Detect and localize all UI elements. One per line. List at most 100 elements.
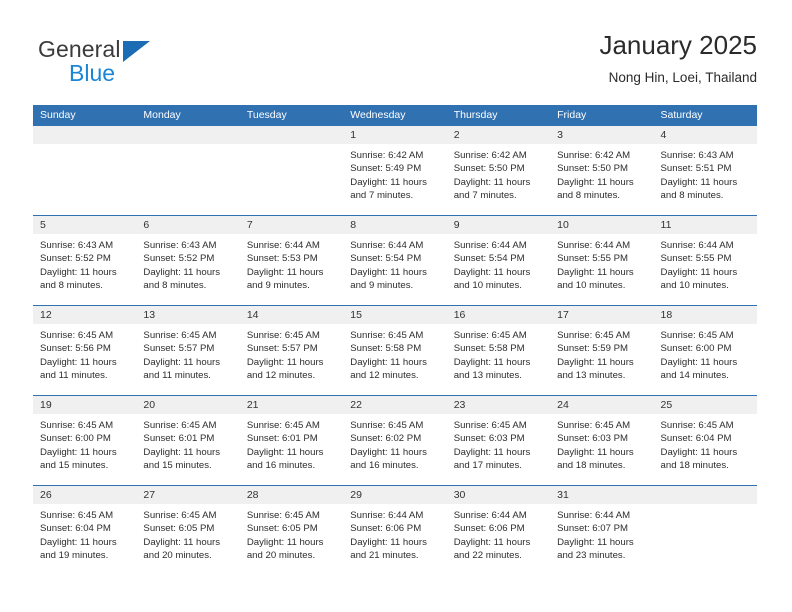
day-details: Sunrise: 6:43 AM Sunset: 5:52 PM Daylight:… [33, 234, 136, 293]
calendar-week-row: 19 Sunrise: 6:45 AM Sunset: 6:00 PM Dayligh… [33, 395, 757, 485]
day-detail-line: and 10 minutes. [557, 280, 626, 292]
day-detail-line: and 20 minutes. [246, 550, 316, 562]
day-detail-line: Sunrise: 6:44 AM [350, 510, 424, 521]
day-detail-line: Sunset: 5:53 PM [246, 253, 318, 265]
day-details: Sunrise: 6:43 AM Sunset: 5:52 PM Daylight:… [136, 234, 239, 293]
day-detail-line: and 18 minutes. [557, 460, 626, 472]
day-details [33, 144, 136, 149]
day-detail-line: Daylight: 11 hours [557, 446, 634, 458]
day-detail-line: Sunset: 5:55 PM [660, 253, 732, 265]
day-detail-line: Daylight: 11 hours [557, 356, 634, 368]
day-cell-3[interactable]: 3 Sunrise: 6:42 AM Sunset: 5:50 PM Daylight… [550, 126, 654, 215]
day-number [653, 486, 757, 504]
day-detail-line: Sunrise: 6:45 AM [40, 330, 114, 341]
day-detail-line: and 13 minutes. [557, 370, 626, 382]
day-number: 29 [343, 486, 447, 504]
day-detail-line: Sunrise: 6:45 AM [557, 330, 631, 341]
day-detail-line: Daylight: 11 hours [40, 266, 117, 278]
day-cell-8[interactable]: 8 Sunrise: 6:44 AM Sunset: 5:54 PM Daylight… [343, 216, 447, 305]
title-block: January 2025 Nong Hin, Loei, Thailand [599, 28, 757, 88]
day-cell-26[interactable]: 26 Sunrise: 6:45 AM Sunset: 6:04 PM Dayligh… [33, 486, 137, 575]
day-detail-line: Sunrise: 6:45 AM [557, 420, 631, 431]
day-number: 15 [343, 306, 447, 324]
day-cell-6[interactable]: 6 Sunrise: 6:43 AM Sunset: 5:52 PM Daylight… [136, 216, 240, 305]
day-detail-line: Sunset: 6:06 PM [350, 523, 422, 535]
day-detail-line: Sunset: 6:03 PM [557, 433, 629, 445]
day-details: Sunrise: 6:45 AM Sunset: 6:03 PM Daylight:… [447, 414, 550, 473]
weekday-header-friday: Friday [557, 109, 587, 121]
day-number: 20 [136, 396, 240, 414]
day-detail-line: Sunset: 5:49 PM [350, 163, 422, 175]
day-detail-line: Daylight: 11 hours [453, 446, 531, 458]
day-detail-line: Sunrise: 6:45 AM [453, 330, 527, 341]
day-detail-line: and 12 minutes. [350, 370, 419, 382]
day-detail-line: and 10 minutes. [453, 280, 522, 292]
day-cell-4[interactable]: 4 Sunrise: 6:43 AM Sunset: 5:51 PM Daylight… [653, 126, 757, 215]
day-detail-line: Sunset: 6:00 PM [40, 433, 111, 445]
day-cell-21[interactable]: 21 Sunrise: 6:45 AM Sunset: 6:01 PM Dayligh… [239, 396, 344, 485]
day-detail-line: and 9 minutes. [350, 280, 414, 292]
day-cell-29[interactable]: 29 Sunrise: 6:44 AM Sunset: 6:06 PM Dayligh… [343, 486, 447, 575]
day-detail-line: Daylight: 11 hours [246, 356, 324, 368]
day-number: 6 [136, 216, 240, 234]
brand-triangle-icon [123, 41, 150, 62]
day-cell-17[interactable]: 17 Sunrise: 6:45 AM Sunset: 5:59 PM Dayligh… [550, 306, 654, 395]
day-cell-5[interactable]: 5 Sunrise: 6:43 AM Sunset: 5:52 PM Daylight… [33, 216, 137, 305]
day-cell-20[interactable]: 20 Sunrise: 6:45 AM Sunset: 6:01 PM Dayligh… [136, 396, 240, 485]
day-detail-line: and 11 minutes. [143, 370, 211, 382]
day-cell-7[interactable]: 7 Sunrise: 6:44 AM Sunset: 5:53 PM Daylight… [239, 216, 344, 305]
day-detail-line: Daylight: 11 hours [40, 446, 117, 458]
day-number [33, 126, 137, 144]
day-number: 4 [653, 126, 757, 144]
day-cell-11[interactable]: 11 Sunrise: 6:44 AM Sunset: 5:55 PM Dayligh… [653, 216, 757, 305]
day-detail-line: and 23 minutes. [557, 550, 626, 562]
day-detail-line: Daylight: 11 hours [246, 536, 324, 548]
day-detail-line: Sunset: 6:06 PM [453, 523, 525, 535]
week-grid: 19 Sunrise: 6:45 AM Sunset: 6:00 PM Dayligh… [33, 396, 757, 485]
day-detail-line: Daylight: 11 hours [453, 356, 531, 368]
day-cell-22[interactable]: 22 Sunrise: 6:45 AM Sunset: 6:02 PM Dayligh… [343, 396, 447, 485]
day-detail-line: Daylight: 11 hours [143, 536, 221, 548]
day-cell-9[interactable]: 9 Sunrise: 6:44 AM Sunset: 5:54 PM Daylight… [446, 216, 551, 305]
day-cell-28[interactable]: 28 Sunrise: 6:45 AM Sunset: 6:05 PM Dayligh… [239, 486, 344, 575]
day-cell-13[interactable]: 13 Sunrise: 6:45 AM Sunset: 5:57 PM Dayligh… [136, 306, 240, 395]
day-number: 22 [343, 396, 447, 414]
day-detail-line: Daylight: 11 hours [557, 176, 634, 188]
day-detail-line: Sunset: 6:03 PM [453, 433, 525, 445]
day-cell-31[interactable]: 31 Sunrise: 6:44 AM Sunset: 6:07 PM Dayligh… [550, 486, 654, 575]
day-cell-14[interactable]: 14 Sunrise: 6:45 AM Sunset: 5:57 PM Dayligh… [239, 306, 344, 395]
day-cell-16[interactable]: 16 Sunrise: 6:45 AM Sunset: 5:58 PM Dayligh… [446, 306, 551, 395]
day-detail-line: Daylight: 11 hours [350, 266, 427, 278]
day-cell-12[interactable]: 12 Sunrise: 6:45 AM Sunset: 5:56 PM Dayligh… [33, 306, 137, 395]
day-details: Sunrise: 6:45 AM Sunset: 6:01 PM Daylight:… [136, 414, 239, 473]
day-cell-23[interactable]: 23 Sunrise: 6:45 AM Sunset: 6:03 PM Dayligh… [446, 396, 551, 485]
day-detail-line: Daylight: 11 hours [350, 356, 427, 368]
day-detail-line: Sunset: 5:51 PM [660, 163, 732, 175]
day-detail-line: Sunset: 6:04 PM [40, 523, 111, 535]
day-cell-27[interactable]: 27 Sunrise: 6:45 AM Sunset: 6:05 PM Dayligh… [136, 486, 240, 575]
day-details: Sunrise: 6:45 AM Sunset: 6:01 PM Daylight:… [240, 414, 343, 473]
day-detail-line: Sunrise: 6:45 AM [660, 420, 734, 431]
day-detail-line: Sunrise: 6:44 AM [453, 510, 527, 521]
day-cell-24[interactable]: 24 Sunrise: 6:45 AM Sunset: 6:03 PM Dayligh… [550, 396, 654, 485]
weekday-header-monday: Monday [143, 109, 181, 121]
day-detail-line: Daylight: 11 hours [350, 536, 427, 548]
day-detail-line: and 12 minutes. [246, 370, 316, 382]
day-number: 12 [33, 306, 137, 324]
day-details: Sunrise: 6:45 AM Sunset: 6:04 PM Daylight:… [33, 504, 136, 563]
day-cell-15[interactable]: 15 Sunrise: 6:45 AM Sunset: 5:58 PM Dayligh… [343, 306, 447, 395]
day-detail-line: Daylight: 11 hours [660, 356, 738, 368]
day-cell-10[interactable]: 10 Sunrise: 6:44 AM Sunset: 5:55 PM Dayligh… [550, 216, 654, 305]
day-cell-18[interactable]: 18 Sunrise: 6:45 AM Sunset: 6:00 PM Dayligh… [653, 306, 757, 395]
day-detail-line: Daylight: 11 hours [246, 446, 324, 458]
day-details: Sunrise: 6:45 AM Sunset: 6:03 PM Daylight:… [550, 414, 653, 473]
day-cell-1[interactable]: 1 Sunrise: 6:42 AM Sunset: 5:49 PM Daylight… [343, 126, 447, 215]
day-cell-25[interactable]: 25 Sunrise: 6:45 AM Sunset: 6:04 PM Dayligh… [653, 396, 757, 485]
day-detail-line: Sunrise: 6:43 AM [143, 240, 217, 251]
day-cell-30[interactable]: 30 Sunrise: 6:44 AM Sunset: 6:06 PM Dayligh… [446, 486, 551, 575]
day-cell-19[interactable]: 19 Sunrise: 6:45 AM Sunset: 6:00 PM Dayligh… [33, 396, 137, 485]
day-details: Sunrise: 6:45 AM Sunset: 5:58 PM Daylight:… [343, 324, 446, 383]
day-details: Sunrise: 6:42 AM Sunset: 5:49 PM Daylight:… [343, 144, 446, 203]
day-cell-2[interactable]: 2 Sunrise: 6:42 AM Sunset: 5:50 PM Daylight… [446, 126, 551, 215]
brand-logo[interactable]: General Blue [38, 36, 168, 92]
